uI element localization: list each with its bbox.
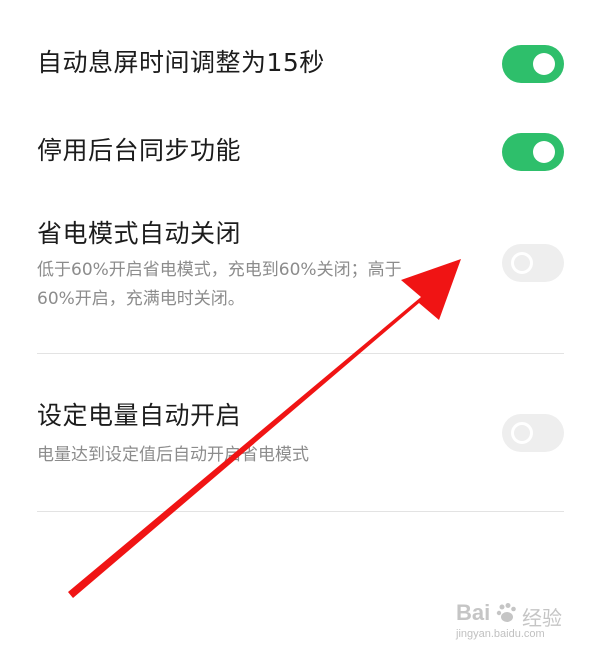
setting-title: 设定电量自动开启 [37, 401, 242, 430]
toggle-knob [511, 252, 533, 274]
setting-description-line-2: 60%开启，充满电时关闭。 [37, 289, 245, 309]
setting-title: 停用后台同步功能 [37, 136, 242, 165]
setting-row-auto-close-power-saving[interactable]: 省电模式自动关闭 低于60%开启省电模式，充电到60%关闭；高于 60%开启，充… [37, 214, 564, 324]
setting-row-screen-timeout[interactable]: 自动息屏时间调整为15秒 [37, 40, 564, 90]
paw-icon [496, 603, 516, 622]
setting-description-line-1: 低于60%开启省电模式，充电到60%关闭；高于 [37, 260, 402, 280]
setting-title: 省电模式自动关闭 [37, 219, 242, 248]
setting-title: 自动息屏时间调整为15秒 [37, 48, 325, 77]
setting-row-background-sync[interactable]: 停用后台同步功能 [37, 128, 564, 178]
setting-description: 电量达到设定值后自动开启省电模式 [37, 445, 309, 465]
toggle-knob [533, 53, 555, 75]
section-divider [37, 511, 564, 512]
toggle-knob [511, 422, 533, 444]
auto-enable-by-battery-toggle[interactable] [502, 414, 564, 452]
section-divider [37, 353, 564, 354]
auto-close-power-saving-toggle[interactable] [502, 244, 564, 282]
baidu-jingyan-watermark: Bai 经验 jingyan.baidu.com [456, 600, 566, 644]
watermark-cn: 经验 [522, 606, 562, 630]
background-sync-toggle[interactable] [502, 133, 564, 171]
watermark-url: jingyan.baidu.com [456, 628, 545, 640]
power-saving-settings-screen: 自动息屏时间调整为15秒 停用后台同步功能 省电模式自动关闭 低于60%开启省电… [0, 0, 596, 658]
watermark-brand: Bai [456, 600, 491, 625]
red-arrow-annotation [68, 259, 461, 598]
toggle-knob [533, 141, 555, 163]
setting-row-auto-enable-by-battery[interactable]: 设定电量自动开启 电量达到设定值后自动开启省电模式 [37, 395, 564, 475]
screen-timeout-toggle[interactable] [502, 45, 564, 83]
